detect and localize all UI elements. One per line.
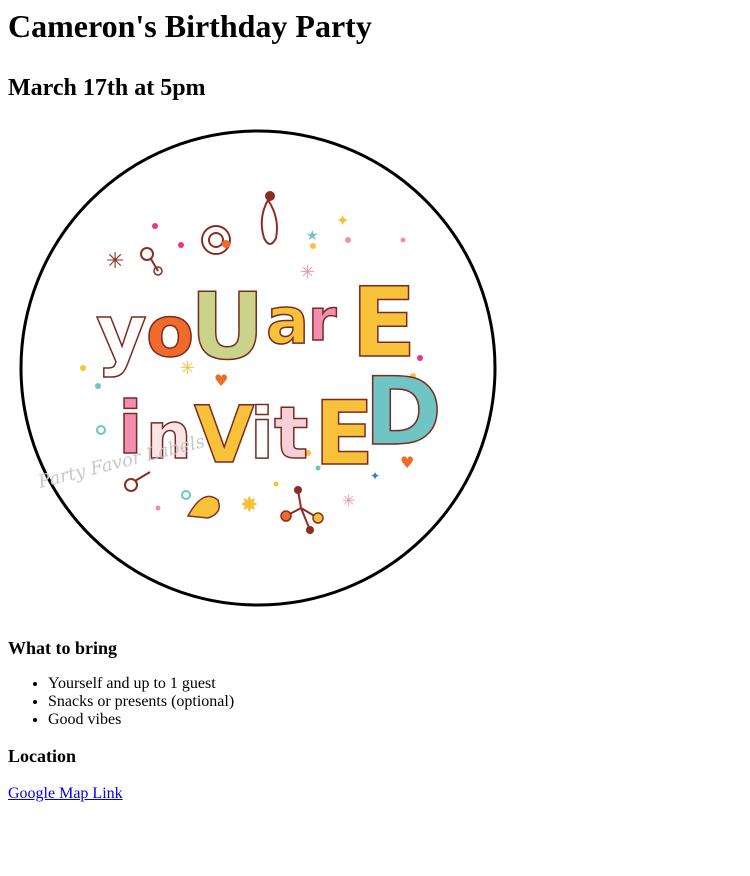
location-heading: Location — [8, 746, 77, 766]
google-map-link[interactable]: Google Map Link — [8, 785, 123, 803]
svg-text:i: i — [250, 393, 274, 475]
svg-text:✦: ✦ — [336, 211, 349, 230]
svg-text:✳: ✳ — [300, 262, 315, 283]
svg-text:D: D — [364, 358, 442, 467]
svg-text:U: U — [190, 273, 265, 380]
svg-text:t: t — [274, 391, 308, 475]
party-date: March 17th at 5pm — [8, 75, 206, 101]
list-item: Snacks or presents (optional) — [48, 693, 742, 711]
bring-heading: What to bring — [8, 638, 118, 658]
svg-text:o: o — [146, 291, 194, 373]
svg-text:★: ★ — [306, 228, 319, 244]
svg-text:✳: ✳ — [106, 249, 124, 274]
svg-text:✳: ✳ — [342, 491, 355, 510]
invitation-image: ✳ ✦ ★ ✳ ✳ ✳ ✦ ✸ ♥ ♥ y o U a r E i n V i … — [18, 128, 498, 608]
invitation-graphic: ✳ ✦ ★ ✳ ✳ ✳ ✦ ✸ ♥ ♥ y o U a r E i n V i … — [19, 129, 497, 607]
page-title: Cameron's Birthday Party — [8, 8, 372, 44]
list-item: Yourself and up to 1 guest — [48, 675, 742, 693]
list-item: Good vibes — [48, 711, 742, 729]
page: Cameron's Birthday Party March 17th at 5… — [0, 0, 750, 803]
bring-list: Yourself and up to 1 guest Snacks or pre… — [8, 675, 742, 729]
svg-text:a: a — [266, 285, 309, 359]
svg-text:r: r — [308, 286, 337, 354]
svg-text:✸: ✸ — [240, 493, 258, 518]
svg-text:y: y — [96, 289, 147, 379]
